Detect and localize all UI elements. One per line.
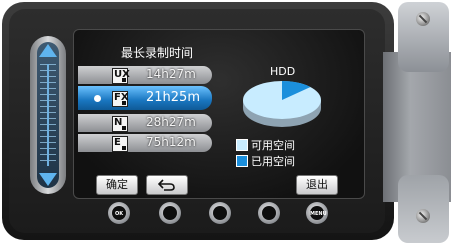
ok-button[interactable]: OK: [108, 202, 130, 224]
ok-icon: OK: [112, 206, 126, 220]
legend-used-label: 已用空间: [251, 155, 295, 168]
quality-row-fx[interactable]: FX 21h25m: [78, 86, 212, 110]
slider-track: [37, 42, 59, 188]
screw-icon: [416, 209, 430, 223]
slider-line: [47, 64, 49, 166]
quality-e-icon: E: [112, 136, 128, 152]
legend-free-swatch: [236, 139, 248, 151]
back-button[interactable]: [146, 175, 188, 195]
quality-ux-icon: UX: [112, 68, 130, 84]
return-arrow-icon: [157, 179, 175, 191]
menu-icon: MENU: [310, 206, 327, 220]
screen-title: 最长录制时间: [121, 46, 194, 60]
confirm-button[interactable]: 确定: [96, 175, 138, 195]
hardware-button-3[interactable]: [209, 202, 231, 224]
slider-up-arrow-icon[interactable]: [39, 44, 57, 57]
selected-bullet-icon: [94, 95, 101, 102]
lcd-screen: 最长录制时间 UX 14h27m FX 21h25m N 28h27m E 75…: [73, 29, 365, 199]
quality-fx-icon: FX: [112, 91, 129, 107]
quality-row-e[interactable]: E 75h12m: [78, 134, 212, 152]
hardware-button-2[interactable]: [159, 202, 181, 224]
record-time: 14h27m: [146, 67, 196, 81]
hardware-button-4[interactable]: [258, 202, 280, 224]
slider-down-arrow-icon[interactable]: [39, 173, 57, 186]
screw-icon: [416, 12, 430, 26]
hinge-bottom: [398, 175, 449, 243]
quality-row-n[interactable]: N 28h27m: [78, 114, 212, 132]
legend-used-swatch: [236, 155, 248, 167]
legend-free-label: 可用空间: [251, 139, 295, 152]
record-time: 28h27m: [146, 115, 196, 129]
record-time: 75h12m: [146, 135, 196, 149]
exit-button[interactable]: 退出: [296, 175, 338, 195]
menu-button[interactable]: MENU: [306, 202, 328, 224]
touch-slider[interactable]: [30, 36, 66, 194]
quality-row-ux[interactable]: UX 14h27m: [78, 66, 212, 84]
record-time: 21h25m: [146, 90, 200, 105]
storage-pie-chart: [243, 81, 321, 127]
hinge-top: [398, 2, 449, 72]
quality-n-icon: N: [112, 116, 128, 132]
